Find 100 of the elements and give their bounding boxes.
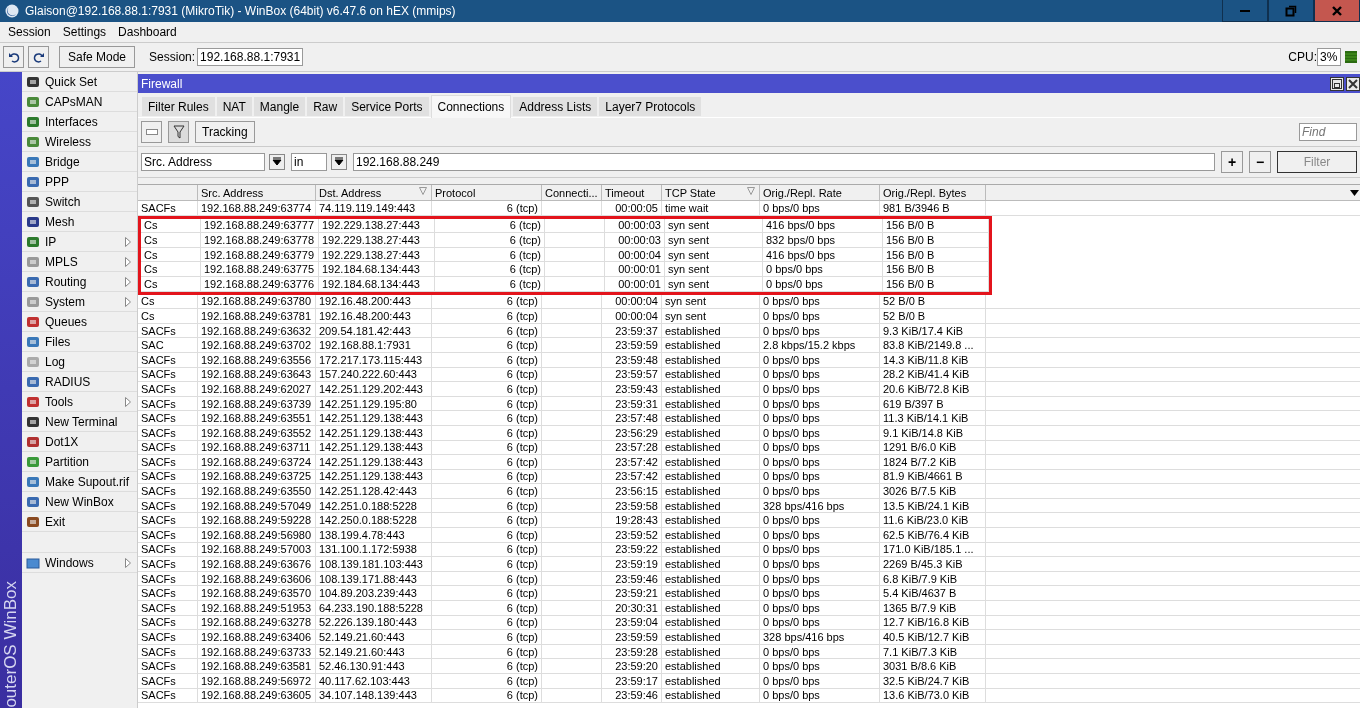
sidebar-item[interactable]: Exit <box>22 512 137 532</box>
sidebar-item[interactable]: Dot1X <box>22 432 137 452</box>
column-header[interactable]: Connecti... <box>542 185 602 200</box>
close-button[interactable] <box>1346 76 1360 91</box>
restore-button[interactable] <box>1268 0 1314 22</box>
table-cell: 23:59:59 <box>602 630 662 644</box>
safe-mode-button[interactable]: Safe Mode <box>59 46 136 68</box>
sidebar-item[interactable]: New Terminal <box>22 412 137 432</box>
sidebar-item[interactable]: PPP <box>22 172 137 192</box>
column-header[interactable]: TCP State <box>662 185 760 200</box>
maximize-button[interactable] <box>1330 76 1344 91</box>
remove-button[interactable]: − <box>1249 151 1271 173</box>
sidebar-item[interactable]: Routing <box>22 272 137 292</box>
column-header[interactable]: Orig./Repl. Rate <box>760 185 880 200</box>
table-cell: 157.240.222.60:443 <box>316 367 432 382</box>
sidebar-item[interactable]: Bridge <box>22 152 137 172</box>
sidebar-item[interactable]: Queues <box>22 312 137 332</box>
tab[interactable]: Mangle <box>253 97 306 116</box>
table-cell: 11.6 KiB/23.0 KiB <box>880 513 986 528</box>
table-cell: 0 bps/0 bps <box>760 659 880 673</box>
sidebar-item[interactable]: Interfaces <box>22 112 137 132</box>
sidebar-item[interactable]: Mesh <box>22 212 137 232</box>
table-cell: 23:59:04 <box>602 615 662 630</box>
table-cell: 172.217.173.115:443 <box>316 352 432 367</box>
table-cell: syn sent <box>665 233 763 247</box>
menu-item[interactable]: Dashboard <box>112 25 183 39</box>
table-cell: 2.8 kbps/15.2 kbps <box>760 338 880 352</box>
table-cell: 0 bps/0 bps <box>763 262 883 276</box>
tab[interactable]: Address Lists <box>513 97 598 116</box>
table-cell: 0 bps/0 bps <box>760 352 880 367</box>
column-header[interactable]: Dst. Address <box>316 185 432 200</box>
sidebar-item[interactable]: System <box>22 292 137 312</box>
redo-button[interactable] <box>28 46 49 68</box>
table-cell: 6 (tcp) <box>432 338 542 352</box>
tab[interactable]: Layer7 Protocols <box>599 97 702 116</box>
sidebar-item[interactable]: Tools <box>22 392 137 412</box>
table-cell: Cs <box>141 247 201 262</box>
column-header[interactable]: Orig./Repl. Bytes <box>880 185 986 200</box>
undo-button[interactable] <box>3 46 24 68</box>
sidebar-item[interactable]: Windows <box>22 553 137 573</box>
table-cell: 192.184.68.134:443 <box>319 262 435 276</box>
table-cell: SACFs <box>138 469 198 484</box>
tab[interactable]: Service Ports <box>345 97 429 116</box>
table-cell: 192.168.88.249:63733 <box>198 644 316 659</box>
scroll-down-icon[interactable] <box>1349 189 1359 196</box>
find-field[interactable]: Find <box>1299 123 1357 141</box>
table-cell: 192.168.88.249:63606 <box>198 571 316 586</box>
column-header[interactable]: Protocol <box>432 185 542 200</box>
sidebar-item[interactable]: RADIUS <box>22 372 137 392</box>
sidebar-item[interactable]: Quick Set <box>22 72 137 92</box>
table-cell: 192.168.88.249:63643 <box>198 367 316 382</box>
item-icon <box>26 334 40 349</box>
sidebar-item[interactable]: IP <box>22 232 137 252</box>
sidebar-item[interactable]: New WinBox <box>22 492 137 512</box>
sidebar-item[interactable]: Log <box>22 352 137 372</box>
sidebar-item[interactable]: CAPsMAN <box>22 92 137 112</box>
tab[interactable]: Raw <box>307 97 344 116</box>
table-cell: SACFs <box>138 630 198 644</box>
table-cell: 192.168.88.1:7931 <box>316 338 432 352</box>
menu-item[interactable]: Session <box>2 25 57 39</box>
table-cell: SACFs <box>138 557 198 571</box>
table-cell: 00:00:04 <box>605 247 665 262</box>
table-cell: SACFs <box>138 411 198 425</box>
table-cell: 0 bps/0 bps <box>760 615 880 630</box>
session-field[interactable]: 192.168.88.1:7931 <box>197 48 304 66</box>
table-cell: 6.8 KiB/7.9 KiB <box>880 571 986 586</box>
table-cell: SACFs <box>138 455 198 469</box>
sidebar-item[interactable]: Wireless <box>22 132 137 152</box>
tab[interactable]: Filter Rules <box>142 97 215 116</box>
table-cell: 23:59:46 <box>602 688 662 703</box>
tab[interactable]: NAT <box>216 97 252 116</box>
table-cell: 328 bps/416 bps <box>760 630 880 644</box>
table-cell: established <box>662 352 760 367</box>
table-cell: 192.168.88.249:63632 <box>198 323 316 338</box>
tracking-button[interactable]: Tracking <box>195 121 255 143</box>
table-cell: 6 (tcp) <box>432 557 542 571</box>
table-cell: established <box>662 528 760 542</box>
table-cell: 6 (tcp) <box>432 484 542 498</box>
sidebar-item[interactable]: MPLS <box>22 252 137 272</box>
table-cell: established <box>662 557 760 571</box>
item-icon <box>26 414 40 429</box>
table-cell: 00:00:01 <box>605 262 665 276</box>
tab[interactable]: Connections <box>430 95 512 118</box>
column-header[interactable]: Timeout <box>602 185 662 200</box>
column-header[interactable]: Src. Address <box>198 185 316 200</box>
sidebar-item[interactable]: Files <box>22 332 137 352</box>
collapse-button[interactable] <box>141 121 162 143</box>
sidebar-item[interactable]: Partition <box>22 452 137 472</box>
item-icon <box>26 114 40 129</box>
sidebar-item[interactable]: Switch <box>22 192 137 212</box>
sidebar-item[interactable]: Make Supout.rif <box>22 472 137 492</box>
filter-value-field[interactable]: 192.168.88.249 <box>353 153 1215 171</box>
close-button[interactable] <box>1314 0 1360 22</box>
item-icon <box>26 394 40 409</box>
menu-item[interactable]: Settings <box>56 25 113 39</box>
add-button[interactable]: + <box>1221 151 1243 173</box>
table-cell: time wait <box>662 201 760 215</box>
filter-button[interactable] <box>168 121 189 143</box>
table-cell: 34.107.148.139:443 <box>316 688 432 703</box>
table-cell: SACFs <box>138 513 198 528</box>
